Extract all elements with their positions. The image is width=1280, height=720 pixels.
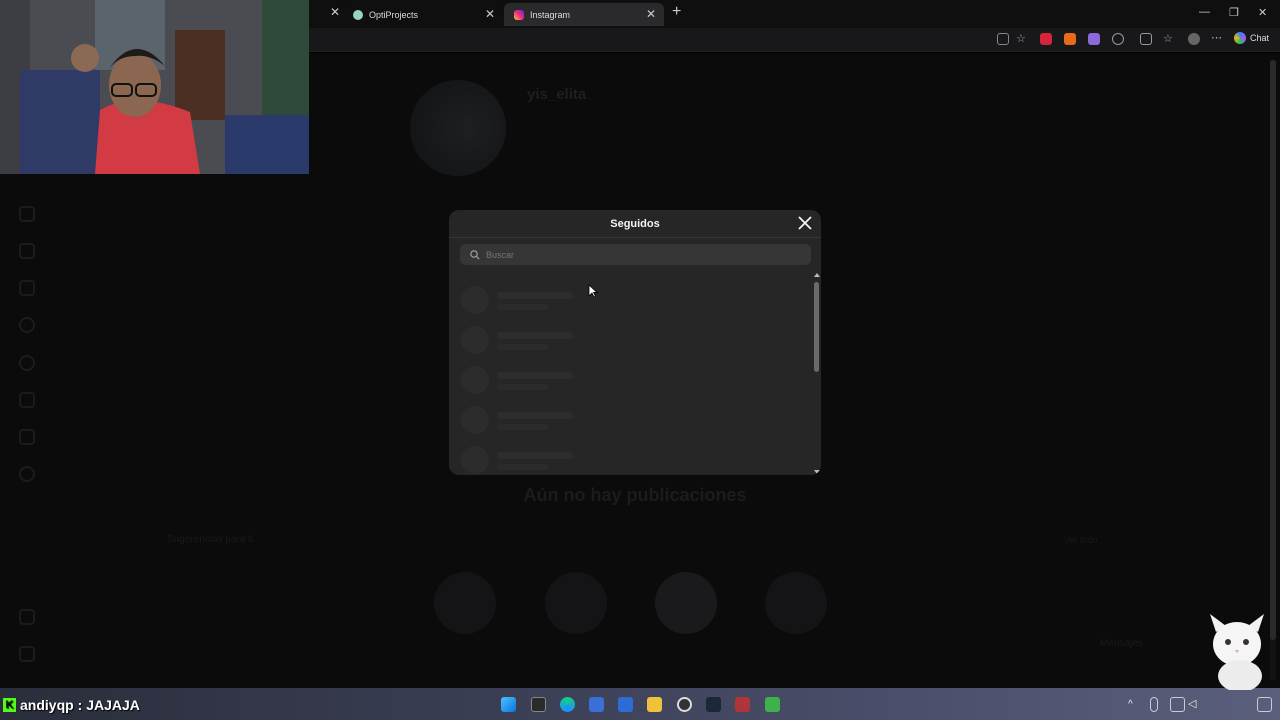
search-input[interactable] — [486, 249, 786, 260]
instagram-favicon-icon — [514, 9, 524, 20]
profile-icon[interactable] — [19, 466, 35, 482]
modal-scrollbar[interactable] — [813, 272, 821, 475]
modal-title: Seguidos — [449, 210, 821, 238]
store-icon[interactable] — [589, 697, 604, 712]
messages-button[interactable]: Mensajes — [1100, 638, 1143, 649]
loading-list-item — [461, 442, 761, 475]
minecraft-icon[interactable] — [765, 697, 780, 712]
app-icon[interactable] — [735, 697, 750, 712]
suggestion-avatar[interactable] — [655, 572, 717, 634]
see-all-link[interactable]: Ver todo — [1064, 535, 1098, 545]
search-icon — [470, 249, 480, 260]
kick-logo-icon: K — [3, 698, 16, 712]
tab-instagram[interactable]: Instagram ✕ — [504, 3, 664, 26]
scroll-up-icon[interactable] — [813, 272, 821, 278]
extension-icon[interactable] — [1088, 33, 1100, 45]
windows-taskbar — [0, 688, 1280, 720]
scroll-down-icon[interactable] — [813, 469, 821, 475]
cat-overlay-image — [1210, 614, 1264, 690]
close-icon[interactable] — [797, 215, 813, 231]
create-icon[interactable] — [19, 429, 35, 445]
extensions-puzzle-icon[interactable] — [1112, 33, 1124, 45]
explore-icon[interactable] — [19, 355, 35, 371]
no-posts-heading: Aún no hay publicaciones — [523, 485, 747, 505]
obs-icon[interactable] — [677, 697, 692, 712]
maximize-button[interactable]: ❐ — [1229, 6, 1239, 19]
chat-message: : JAJAJA — [77, 697, 140, 713]
close-window-button[interactable]: ✕ — [1258, 6, 1267, 19]
tab-optiprojects[interactable]: OptiProjects ✕ — [343, 3, 503, 26]
webcam-overlay — [0, 0, 309, 174]
task-view-icon[interactable] — [531, 697, 546, 712]
mouse-cursor-icon — [588, 284, 598, 298]
volume-icon[interactable]: ◁ — [1188, 697, 1203, 712]
favorite-star-icon[interactable]: ☆ — [1016, 33, 1028, 45]
threads-icon[interactable] — [19, 646, 35, 662]
network-icon[interactable] — [1170, 697, 1185, 712]
close-tab-icon[interactable]: ✕ — [646, 7, 656, 21]
following-list — [449, 272, 821, 475]
suggestion-avatar[interactable] — [765, 572, 827, 634]
home-icon[interactable] — [19, 206, 35, 222]
tab-title: OptiProjects — [369, 9, 419, 20]
suggestions-title: Sugerencias para ti — [167, 534, 254, 545]
chat-label: Chat — [1250, 33, 1270, 43]
file-explorer-icon[interactable] — [647, 697, 662, 712]
chat-username: andiyqp — [20, 697, 74, 713]
extension-icon[interactable] — [1064, 33, 1076, 45]
page-scrollbar[interactable] — [1270, 60, 1276, 680]
loading-list-item — [461, 322, 761, 358]
chevron-up-icon[interactable]: ^ — [1128, 697, 1143, 712]
loading-list-item — [461, 402, 761, 438]
stream-chat-overlay: K andiyqp : JAJAJA — [3, 697, 140, 713]
menu-icon[interactable] — [19, 609, 35, 625]
optiprojects-favicon-icon — [353, 9, 363, 20]
heart-icon[interactable] — [19, 392, 35, 408]
profile-username: yis_elita — [527, 86, 587, 103]
outlook-icon[interactable] — [618, 697, 633, 712]
suggestion-avatar[interactable] — [434, 572, 496, 634]
following-modal: Seguidos — [449, 210, 821, 475]
notification-center-icon[interactable] — [1257, 697, 1272, 712]
more-menu-icon[interactable]: ⋯ — [1211, 33, 1223, 45]
reels-icon[interactable] — [19, 243, 35, 259]
tab-title: Instagram — [530, 9, 571, 20]
scrollbar-thumb[interactable] — [814, 282, 819, 372]
suggestion-avatar[interactable] — [545, 572, 607, 634]
screen: ✕ OptiProjects ✕ Instagram ✕ + — ❐ ✕ ☆ ☆… — [0, 0, 1280, 720]
steam-icon[interactable] — [706, 697, 721, 712]
loading-list-item — [461, 282, 761, 318]
apps-icon[interactable] — [997, 33, 1009, 45]
notifications-icon[interactable] — [19, 280, 35, 296]
copilot-chat-button[interactable]: Chat — [1234, 32, 1269, 44]
minimize-button[interactable]: — — [1199, 6, 1210, 18]
profile-avatar[interactable] — [1188, 33, 1200, 45]
search-field[interactable] — [460, 244, 811, 265]
microphone-icon[interactable] — [1150, 697, 1158, 712]
search-icon[interactable] — [19, 317, 35, 333]
start-windows-icon[interactable] — [501, 697, 516, 712]
profile-picture[interactable] — [410, 80, 506, 176]
edge-browser-icon[interactable] — [560, 697, 575, 712]
close-tab-icon[interactable]: ✕ — [330, 5, 340, 19]
favorites-icon[interactable]: ☆ — [1163, 33, 1175, 45]
loading-list-item — [461, 362, 761, 398]
adblock-extension-icon[interactable] — [1040, 33, 1052, 45]
copilot-icon — [1234, 32, 1246, 44]
close-tab-icon[interactable]: ✕ — [485, 7, 495, 21]
new-tab-button[interactable]: + — [672, 3, 681, 21]
split-screen-icon[interactable] — [1140, 33, 1152, 45]
